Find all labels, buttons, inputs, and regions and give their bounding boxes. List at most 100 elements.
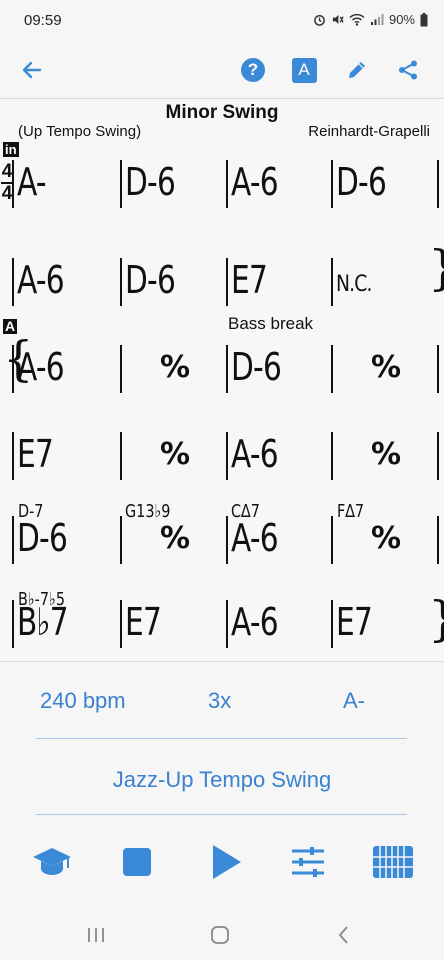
key-selector[interactable]: A- [343,688,365,714]
player-controls: 240 bpm 3x A- Jazz-Up Tempo Swing [0,661,444,960]
barline [120,345,122,393]
chord-symbol[interactable]: E7 [17,434,54,474]
chord-symbol[interactable]: D-6 [231,347,282,387]
alternate-chord[interactable]: G13♭9 [125,501,170,522]
barline [12,160,14,208]
play-button[interactable] [205,840,249,884]
share-icon [399,60,417,80]
back-button[interactable] [14,52,50,88]
chord-symbol[interactable]: D-6 [17,518,68,558]
battery-icon [420,12,428,27]
chord-symbol[interactable]: D-6 [125,162,176,202]
repeat-end-bracket-2: } [428,595,444,643]
barline [226,600,228,648]
system-nav-bar [0,914,444,960]
style-selector[interactable]: Jazz-Up Tempo Swing [0,767,444,793]
repeat-measure-symbol: % [371,437,402,472]
repeat-measure-symbol: % [371,521,402,556]
home-button[interactable] [200,920,240,950]
barline [120,432,122,480]
barline [12,432,14,480]
controls-divider-2 [36,814,407,815]
barline [12,600,14,648]
battery-percent: 90% [388,12,415,27]
barline [226,258,228,306]
sliders-icon [292,847,324,877]
barline [331,516,333,564]
repeats-selector[interactable]: 3x [208,688,231,714]
barline [226,160,228,208]
alternate-chord[interactable]: B♭-7♭5 [18,589,65,610]
barline [437,160,439,208]
repeat-measure-symbol: % [160,350,191,385]
repeat-measure-symbol: % [160,437,191,472]
alternate-chord[interactable]: F∆7 [337,501,364,522]
barline [120,258,122,306]
chord-symbol[interactable]: A-6 [231,162,279,202]
status-time: 09:59 [24,12,62,29]
chord-symbol[interactable]: D-6 [336,162,387,202]
share-button[interactable] [390,52,426,88]
barline [437,432,439,480]
graduation-cap-icon [33,848,71,875]
tempo-selector[interactable]: 240 bpm [40,688,126,714]
chevron-left-icon [338,926,348,944]
chord-symbol[interactable]: A-6 [231,602,279,642]
chord-grid-icon [373,846,413,878]
repeat-end-bracket: } [428,244,444,292]
play-icon [213,845,241,879]
chord-symbol[interactable]: A-6 [231,518,279,558]
chord-symbol[interactable]: A-6 [17,347,65,387]
chord-symbol[interactable]: N.C. [336,265,372,305]
player-bar [0,840,444,884]
edit-button[interactable] [339,52,375,88]
keyboard-button[interactable] [371,840,415,884]
help-icon: ? [241,58,265,82]
recent-apps-icon [88,928,104,942]
help-button[interactable]: ? [235,52,271,88]
status-icons: 90% [313,12,428,27]
chord-symbol[interactable]: E7 [231,260,268,300]
chord-symbol[interactable]: A-6 [17,260,65,300]
wifi-icon [349,13,365,26]
barline [226,345,228,393]
repeat-measure-symbol: % [160,521,191,556]
font-icon: A [291,57,317,83]
barline [331,258,333,306]
arrow-left-icon [22,61,42,79]
alternate-chord[interactable]: D-7 [18,501,43,522]
recent-apps-button[interactable] [76,920,116,950]
barline [331,160,333,208]
barline [331,600,333,648]
bass-break-annotation: Bass break [228,314,314,333]
song-style: (Up Tempo Swing) [18,123,142,140]
chord-symbol[interactable]: A-6 [231,434,279,474]
pencil-icon [349,62,365,78]
stop-button[interactable] [115,840,159,884]
practice-button[interactable] [30,840,74,884]
alternate-chord[interactable]: C∆7 [231,501,260,522]
controls-divider-1 [36,738,407,739]
repeat-measure-symbol: % [371,350,402,385]
chord-symbol[interactable]: E7 [336,602,373,642]
barline [12,258,14,306]
signal-icon [370,13,384,26]
barline [226,516,228,564]
status-bar: 09:59 90% [0,0,444,44]
font-button[interactable]: A [286,52,322,88]
barline [331,345,333,393]
alarm-icon [313,13,326,26]
barline [437,516,439,564]
system-back-button[interactable] [324,920,364,950]
stop-icon [123,848,151,876]
song-composer: Reinhardt-Grapelli [308,123,430,140]
chord-sheet[interactable]: Minor Swing (Up Tempo Swing) Reinhardt-G… [0,99,444,661]
barline [331,432,333,480]
chord-symbol[interactable]: D-6 [125,260,176,300]
app-toolbar: ? A [0,44,444,98]
mixer-button[interactable] [286,840,330,884]
song-title: Minor Swing [165,102,279,123]
barline [12,516,14,564]
chord-symbol[interactable]: E7 [125,602,162,642]
chord-symbol[interactable]: A- [17,162,47,202]
